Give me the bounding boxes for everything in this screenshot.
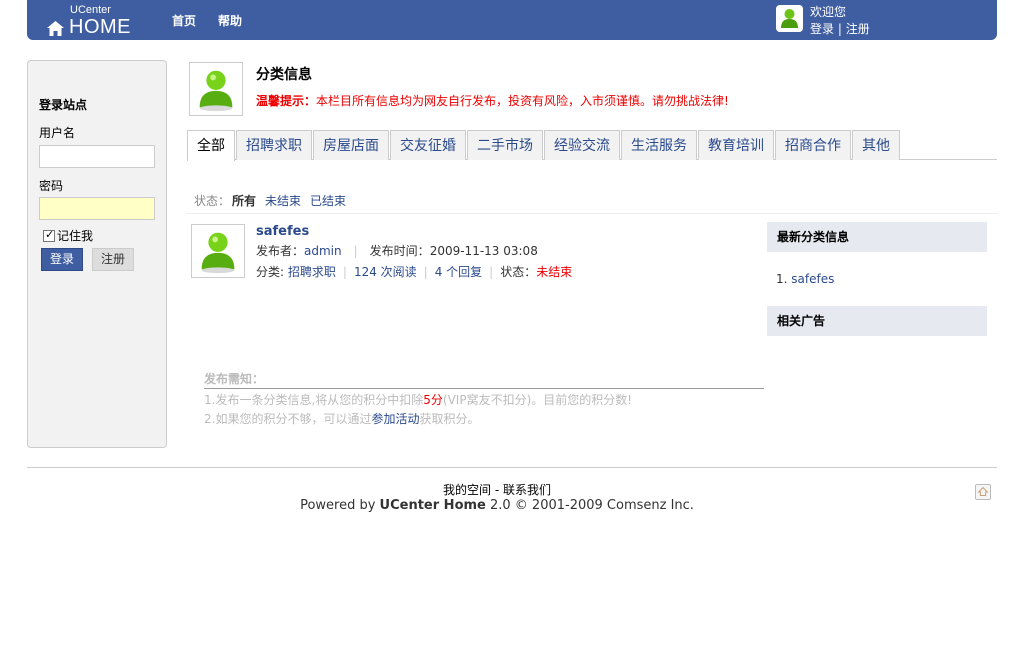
copyright-text: 2.0 © 2001-2009 Comsenz Inc.	[485, 498, 694, 513]
username-label: 用户名	[39, 126, 76, 140]
poster-avatar-icon[interactable]	[191, 224, 245, 278]
publish-time: 2009-11-13 03:08	[429, 244, 538, 258]
category-label: 分类:	[256, 265, 285, 279]
welcome-text: 欢迎您	[810, 5, 847, 19]
page-title: 分类信息	[256, 67, 312, 83]
status-label: 状态：	[500, 265, 537, 279]
posting-notice-line-2: 2.如果您的积分不够，可以通过参加活动获取积分。	[204, 410, 764, 427]
auth-links: 登录 | 注册	[810, 20, 870, 37]
filter-open[interactable]: 未结束	[265, 194, 301, 208]
publish-time-label: 发布时间：	[369, 244, 430, 258]
filter-all[interactable]: 所有	[232, 194, 256, 208]
tab-jobs[interactable]: 招聘求职	[236, 130, 312, 160]
register-button[interactable]: 注册	[92, 248, 134, 271]
latest-classified-item[interactable]: 1. safefes	[776, 272, 834, 286]
contact-us-link[interactable]: 联系我们	[503, 483, 551, 497]
login-panel: 登录站点 用户名 密码 记住我 登录 注册	[27, 60, 167, 448]
tab-life-services[interactable]: 生活服务	[621, 130, 697, 160]
listing-title-link[interactable]: safefes	[256, 224, 309, 239]
nav-help-link[interactable]: 帮助	[218, 12, 242, 29]
tab-secondhand[interactable]: 二手市场	[467, 130, 543, 160]
notice-line1-text: 1.发布一条分类信息,将从您的积分中扣除	[204, 393, 424, 407]
posting-notice-line-1: 1.发布一条分类信息,将从您的积分中扣除5分(VIP窝友不扣分)。目前您的积分数…	[204, 391, 764, 408]
warm-notice: 温馨提示：本栏目所有信息均为网友自行发布，投资有风险，入市须谨慎。请勿挑战法律!	[256, 92, 729, 109]
divider: |	[837, 22, 842, 36]
points-cost: 5分	[423, 393, 443, 407]
divider	[187, 213, 997, 214]
category-link[interactable]: 招聘求职	[288, 265, 336, 279]
latest-item-number: 1.	[776, 272, 788, 286]
top-header-bar: UCenter HOME 首页 帮助 欢迎您 登录 | 注册	[27, 0, 997, 40]
filter-label: 状态：	[194, 194, 231, 208]
notice-text: 本栏目所有信息均为网友自行发布，投资有风险，入市须谨慎。请勿挑战法律!	[316, 94, 729, 108]
listing-stats: 分类: 招聘求职 | 124 次阅读 | 4 个回复 | 状态：未结束	[256, 263, 572, 280]
footer-links: 我的空间 - 联系我们	[0, 481, 994, 498]
footer-sep: -	[491, 483, 503, 497]
header-login-link[interactable]: 登录	[810, 22, 834, 36]
user-avatar-icon	[776, 5, 803, 32]
password-input[interactable]	[39, 197, 155, 220]
related-ads-heading: 相关广告	[767, 306, 987, 336]
header-register-link[interactable]: 注册	[846, 22, 870, 36]
logo-ucenter-text: UCenter	[70, 4, 111, 16]
status-badge: 未结束	[536, 265, 573, 279]
footer-divider	[27, 467, 997, 468]
tab-dating[interactable]: 交友征婚	[390, 130, 466, 160]
listing-meta: 发布者：admin | 发布时间：2009-11-13 03:08	[256, 242, 538, 259]
remember-checkbox[interactable]	[43, 228, 55, 242]
posting-notice: 发布需知： 1.发布一条分类信息,将从您的积分中扣除5分(VIP窝友不扣分)。目…	[204, 370, 764, 427]
back-to-top-icon[interactable]	[975, 484, 991, 500]
publisher-label: 发布者：	[256, 244, 305, 258]
remember-label: 记住我	[57, 229, 94, 243]
filter-closed[interactable]: 已结束	[310, 194, 346, 208]
notice-label: 温馨提示：	[256, 94, 317, 108]
nav-home-link[interactable]: 首页	[172, 12, 196, 29]
reads-link[interactable]: 124 次阅读	[354, 265, 417, 279]
tab-all[interactable]: 全部	[187, 130, 235, 161]
notice-line1-rest: (VIP窝友不扣分)。目前您的积分数!	[442, 393, 633, 407]
remember-me[interactable]: 记住我	[43, 227, 93, 244]
logo-home-text: HOME	[69, 16, 131, 38]
notice-line2-rest: 获取积分。	[419, 412, 480, 426]
separator: |	[423, 265, 428, 279]
site-logo[interactable]: UCenter HOME	[47, 4, 157, 38]
replies-link[interactable]: 4 个回复	[435, 265, 482, 279]
login-button[interactable]: 登录	[41, 248, 83, 271]
user-area: 欢迎您 登录 | 注册	[776, 3, 991, 37]
powered-by-text: Powered by	[300, 498, 380, 513]
join-activity-link[interactable]: 参加活动	[371, 412, 419, 426]
brand-link[interactable]: UCenter Home	[380, 498, 486, 513]
home-icon	[47, 21, 64, 36]
tab-housing[interactable]: 房屋店面	[313, 130, 389, 160]
notice-line2-text: 2.如果您的积分不够，可以通过	[204, 412, 372, 426]
copyright: Powered by UCenter Home 2.0 © 2001-2009 …	[0, 498, 994, 513]
latest-classifieds-heading: 最新分类信息	[767, 222, 987, 252]
tab-other[interactable]: 其他	[852, 130, 900, 160]
category-tabs: 全部 招聘求职 房屋店面 交友征婚 二手市场 经验交流 生活服务 教育培训 招商…	[187, 130, 997, 161]
username-input[interactable]	[39, 145, 155, 168]
separator: |	[489, 265, 494, 279]
posting-notice-heading: 发布需知：	[204, 370, 764, 389]
tab-experience[interactable]: 经验交流	[544, 130, 620, 160]
status-filter: 状态： 所有 未结束 已结束	[194, 192, 346, 209]
separator: |	[342, 265, 347, 279]
publisher-link[interactable]: admin	[304, 244, 342, 258]
tab-education[interactable]: 教育培训	[698, 130, 774, 160]
login-title: 登录站点	[39, 98, 88, 112]
classified-icon	[189, 62, 243, 116]
tab-investment[interactable]: 招商合作	[775, 130, 851, 160]
latest-item-link[interactable]: safefes	[791, 272, 834, 286]
password-label: 密码	[39, 179, 64, 193]
my-space-link[interactable]: 我的空间	[443, 483, 491, 497]
separator: |	[353, 244, 358, 258]
